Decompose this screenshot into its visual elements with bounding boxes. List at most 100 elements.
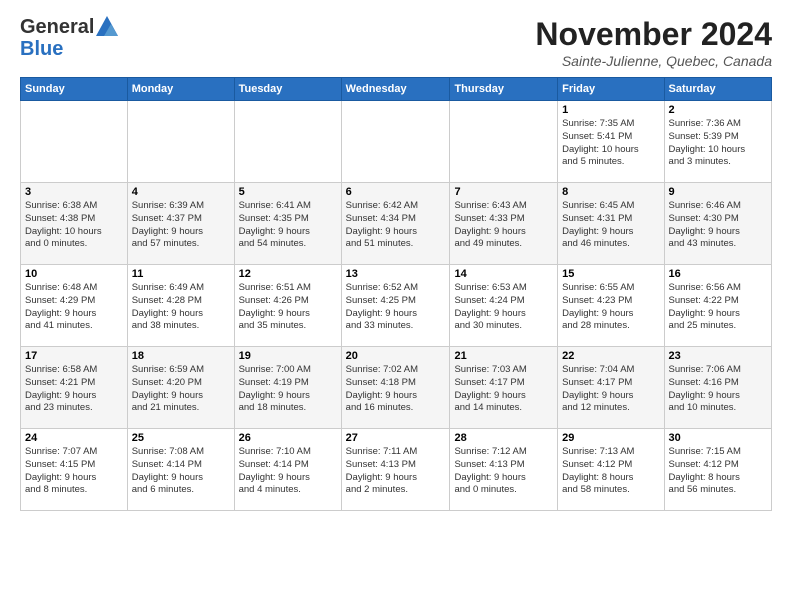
day-info: Sunrise: 6:46 AMSunset: 4:30 PMDaylight:… (669, 200, 767, 251)
day-info: Sunrise: 6:59 AMSunset: 4:20 PMDaylight:… (132, 364, 230, 415)
table-row: 24 Sunrise: 7:07 AMSunset: 4:15 PMDayligh… (21, 429, 128, 511)
day-info: Sunrise: 7:07 AMSunset: 4:15 PMDaylight:… (25, 446, 123, 497)
day-info: Sunrise: 7:13 AMSunset: 4:12 PMDaylight:… (562, 446, 659, 497)
logo: General Blue (20, 16, 118, 60)
table-row: 8 Sunrise: 6:45 AMSunset: 4:31 PMDaylight… (558, 183, 664, 265)
table-row: 26 Sunrise: 7:10 AMSunset: 4:14 PMDayligh… (234, 429, 341, 511)
day-number: 25 (132, 432, 230, 444)
day-info: Sunrise: 6:43 AMSunset: 4:33 PMDaylight:… (454, 200, 553, 251)
day-number: 20 (346, 350, 446, 362)
table-row (21, 101, 128, 183)
day-info: Sunrise: 7:08 AMSunset: 4:14 PMDaylight:… (132, 446, 230, 497)
day-number: 15 (562, 268, 659, 280)
table-row (450, 101, 558, 183)
col-friday: Friday (558, 78, 664, 101)
table-row: 30 Sunrise: 7:15 AMSunset: 4:12 PMDayligh… (664, 429, 771, 511)
table-row: 7 Sunrise: 6:43 AMSunset: 4:33 PMDaylight… (450, 183, 558, 265)
day-info: Sunrise: 7:04 AMSunset: 4:17 PMDaylight:… (562, 364, 659, 415)
day-number: 7 (454, 186, 553, 198)
day-number: 13 (346, 268, 446, 280)
page: General Blue November 2024 Sainte-Julien… (0, 0, 792, 612)
day-info: Sunrise: 6:55 AMSunset: 4:23 PMDaylight:… (562, 282, 659, 333)
day-number: 17 (25, 350, 123, 362)
day-number: 22 (562, 350, 659, 362)
day-number: 1 (562, 104, 659, 116)
table-row: 18 Sunrise: 6:59 AMSunset: 4:20 PMDayligh… (127, 347, 234, 429)
table-row: 15 Sunrise: 6:55 AMSunset: 4:23 PMDayligh… (558, 265, 664, 347)
day-number: 4 (132, 186, 230, 198)
day-info: Sunrise: 6:53 AMSunset: 4:24 PMDaylight:… (454, 282, 553, 333)
table-row: 27Sunrise: 7:11 AMSunset: 4:13 PMDayligh… (341, 429, 450, 511)
calendar-week-row: 3Sunrise: 6:38 AMSunset: 4:38 PMDaylight… (21, 183, 772, 265)
col-wednesday: Wednesday (341, 78, 450, 101)
table-row: 11 Sunrise: 6:49 AMSunset: 4:28 PMDayligh… (127, 265, 234, 347)
day-number: 24 (25, 432, 123, 444)
table-row: 5Sunrise: 6:41 AMSunset: 4:35 PMDaylight… (234, 183, 341, 265)
day-info: Sunrise: 7:12 AMSunset: 4:13 PMDaylight:… (454, 446, 553, 497)
logo-general-text: General (20, 16, 94, 38)
day-number: 5 (239, 186, 337, 198)
day-info: Sunrise: 6:52 AMSunset: 4:25 PMDaylight:… (346, 282, 446, 333)
day-number: 14 (454, 268, 553, 280)
day-number: 18 (132, 350, 230, 362)
table-row: 2 Sunrise: 7:36 AMSunset: 5:39 PMDaylight… (664, 101, 771, 183)
table-row: 1 Sunrise: 7:35 AMSunset: 5:41 PMDaylight… (558, 101, 664, 183)
table-row: 22 Sunrise: 7:04 AMSunset: 4:17 PMDayligh… (558, 347, 664, 429)
day-info: Sunrise: 6:48 AMSunset: 4:29 PMDaylight:… (25, 282, 123, 333)
logo-icon (96, 16, 118, 36)
day-info: Sunrise: 7:03 AMSunset: 4:17 PMDaylight:… (454, 364, 553, 415)
table-row: 23Sunrise: 7:06 AMSunset: 4:16 PMDayligh… (664, 347, 771, 429)
title-area: November 2024 Sainte-Julienne, Quebec, C… (535, 16, 772, 69)
day-number: 26 (239, 432, 337, 444)
day-info: Sunrise: 7:11 AMSunset: 4:13 PMDaylight:… (346, 446, 446, 497)
calendar-header-row: Sunday Monday Tuesday Wednesday Thursday… (21, 78, 772, 101)
day-info: Sunrise: 7:10 AMSunset: 4:14 PMDaylight:… (239, 446, 337, 497)
table-row: 16Sunrise: 6:56 AMSunset: 4:22 PMDayligh… (664, 265, 771, 347)
day-number: 29 (562, 432, 659, 444)
day-number: 9 (669, 186, 767, 198)
table-row: 9 Sunrise: 6:46 AMSunset: 4:30 PMDaylight… (664, 183, 771, 265)
day-info: Sunrise: 7:15 AMSunset: 4:12 PMDaylight:… (669, 446, 767, 497)
calendar-week-row: 10Sunrise: 6:48 AMSunset: 4:29 PMDayligh… (21, 265, 772, 347)
col-sunday: Sunday (21, 78, 128, 101)
day-info: Sunrise: 7:06 AMSunset: 4:16 PMDaylight:… (669, 364, 767, 415)
day-info: Sunrise: 7:35 AMSunset: 5:41 PMDaylight:… (562, 118, 659, 169)
day-info: Sunrise: 6:45 AMSunset: 4:31 PMDaylight:… (562, 200, 659, 251)
logo-blue-text: Blue (20, 38, 63, 60)
table-row: 20 Sunrise: 7:02 AMSunset: 4:18 PMDayligh… (341, 347, 450, 429)
location-text: Sainte-Julienne, Quebec, Canada (535, 53, 772, 69)
day-number: 30 (669, 432, 767, 444)
calendar-week-row: 17 Sunrise: 6:58 AMSunset: 4:21 PMDayligh… (21, 347, 772, 429)
table-row: 4 Sunrise: 6:39 AMSunset: 4:37 PMDaylight… (127, 183, 234, 265)
day-info: Sunrise: 6:39 AMSunset: 4:37 PMDaylight:… (132, 200, 230, 251)
day-info: Sunrise: 7:36 AMSunset: 5:39 PMDaylight:… (669, 118, 767, 169)
day-number: 19 (239, 350, 337, 362)
day-info: Sunrise: 7:00 AMSunset: 4:19 PMDaylight:… (239, 364, 337, 415)
header: General Blue November 2024 Sainte-Julien… (20, 16, 772, 69)
table-row (234, 101, 341, 183)
table-row: 28 Sunrise: 7:12 AMSunset: 4:13 PMDayligh… (450, 429, 558, 511)
table-row (341, 101, 450, 183)
calendar-table: Sunday Monday Tuesday Wednesday Thursday… (20, 77, 772, 511)
day-number: 28 (454, 432, 553, 444)
table-row: 19 Sunrise: 7:00 AMSunset: 4:19 PMDayligh… (234, 347, 341, 429)
day-info: Sunrise: 6:49 AMSunset: 4:28 PMDaylight:… (132, 282, 230, 333)
day-number: 6 (346, 186, 446, 198)
day-number: 8 (562, 186, 659, 198)
col-tuesday: Tuesday (234, 78, 341, 101)
day-number: 2 (669, 104, 767, 116)
col-thursday: Thursday (450, 78, 558, 101)
day-info: Sunrise: 6:56 AMSunset: 4:22 PMDaylight:… (669, 282, 767, 333)
table-row: 12 Sunrise: 6:51 AMSunset: 4:26 PMDayligh… (234, 265, 341, 347)
table-row: 17 Sunrise: 6:58 AMSunset: 4:21 PMDayligh… (21, 347, 128, 429)
day-info: Sunrise: 6:51 AMSunset: 4:26 PMDaylight:… (239, 282, 337, 333)
calendar-week-row: 24 Sunrise: 7:07 AMSunset: 4:15 PMDayligh… (21, 429, 772, 511)
day-number: 12 (239, 268, 337, 280)
table-row (127, 101, 234, 183)
col-saturday: Saturday (664, 78, 771, 101)
table-row: 25 Sunrise: 7:08 AMSunset: 4:14 PMDayligh… (127, 429, 234, 511)
table-row: 3Sunrise: 6:38 AMSunset: 4:38 PMDaylight… (21, 183, 128, 265)
day-number: 11 (132, 268, 230, 280)
day-info: Sunrise: 7:02 AMSunset: 4:18 PMDaylight:… (346, 364, 446, 415)
day-info: Sunrise: 6:58 AMSunset: 4:21 PMDaylight:… (25, 364, 123, 415)
